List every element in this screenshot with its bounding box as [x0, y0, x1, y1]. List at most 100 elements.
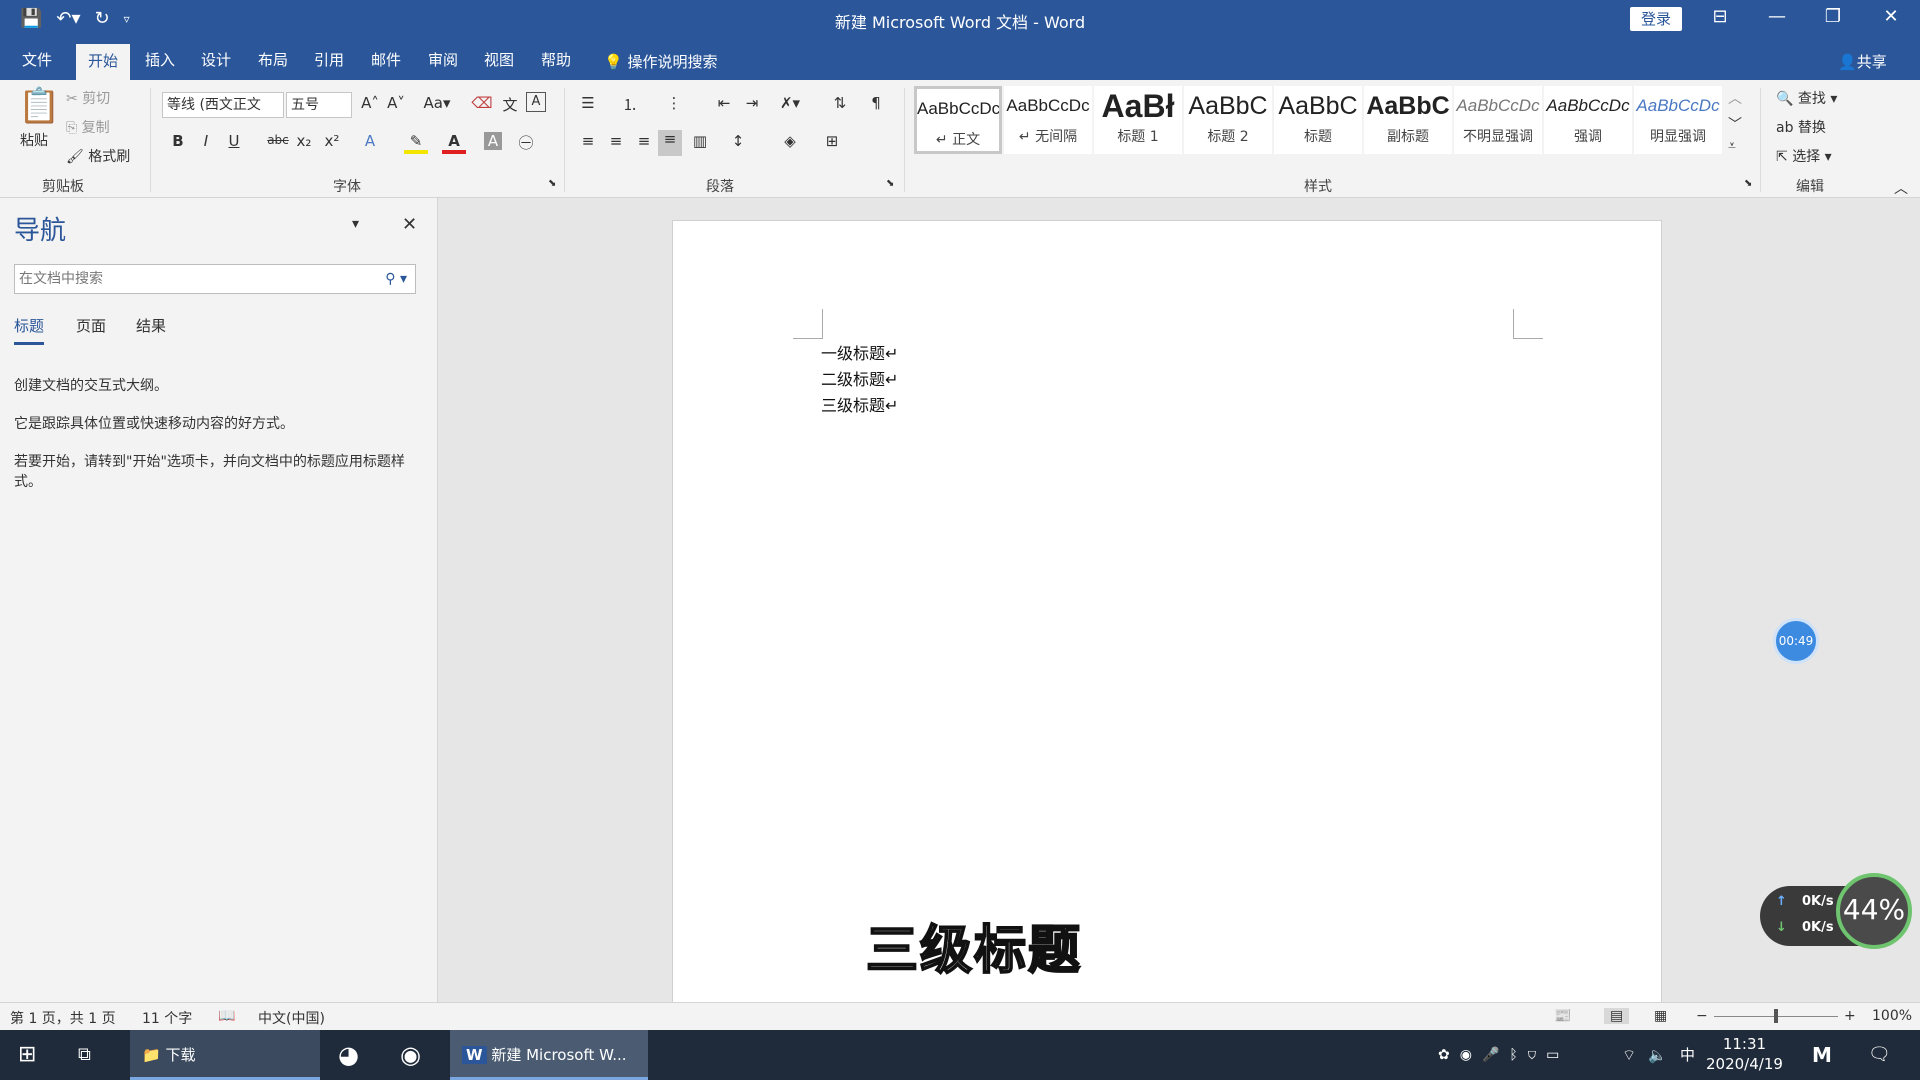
tab-mailings[interactable]: 邮件	[359, 40, 413, 80]
task-view-icon[interactable]: ⧉	[78, 1030, 91, 1080]
decrease-indent-icon[interactable]: ⇤	[712, 94, 736, 112]
close-icon[interactable]: ✕	[1871, 6, 1911, 27]
tell-me-search[interactable]: 💡 操作说明搜索	[604, 51, 717, 72]
taskbar-downloads[interactable]: 📁 下载	[130, 1030, 320, 1080]
increase-indent-icon[interactable]: ⇥	[740, 94, 764, 112]
tab-insert[interactable]: 插入	[133, 40, 187, 80]
cut-button[interactable]: ✂ 剪切	[66, 88, 110, 108]
web-layout-icon[interactable]: ▦	[1654, 1008, 1667, 1024]
document-line[interactable]: 二级标题↵	[821, 366, 898, 390]
styles-scroll-up-icon[interactable]: ︿	[1728, 88, 1742, 108]
zoom-slider-thumb[interactable]	[1774, 1009, 1778, 1023]
paste-icon[interactable]: 📋	[18, 86, 60, 126]
multilevel-list-icon[interactable]: ⋮	[662, 94, 686, 112]
zoom-out-icon[interactable]: −	[1696, 1008, 1708, 1024]
justify-icon[interactable]: ≡	[658, 130, 682, 156]
word-count[interactable]: 11 个字	[142, 1008, 192, 1028]
character-border-icon[interactable]: A	[526, 92, 546, 112]
document-line[interactable]: 一级标题↵	[821, 340, 898, 364]
italic-icon[interactable]: I	[194, 132, 218, 150]
restore-icon[interactable]: ❐	[1813, 6, 1853, 27]
find-button[interactable]: 🔍 查找 ▾	[1776, 88, 1837, 108]
minimize-icon[interactable]: —	[1757, 6, 1797, 27]
borders-icon[interactable]: ⊞	[820, 132, 844, 150]
strikethrough-icon[interactable]: abc	[266, 133, 290, 147]
windows-start-icon[interactable]: ⊞	[18, 1030, 36, 1080]
zoom-in-icon[interactable]: +	[1844, 1008, 1856, 1024]
color-app-icon[interactable]: ◕	[338, 1030, 359, 1080]
print-layout-icon[interactable]: ▤	[1604, 1008, 1630, 1024]
style-heading-2[interactable]: AaBbC 标题 2	[1184, 86, 1272, 154]
show-marks-icon[interactable]: ¶	[864, 94, 888, 112]
replace-button[interactable]: ab 替换	[1776, 117, 1826, 137]
page-count[interactable]: 第 1 页，共 1 页	[10, 1008, 116, 1028]
notification-icon[interactable]: 🗨	[1868, 1030, 1891, 1080]
tab-layout[interactable]: 布局	[246, 40, 300, 80]
character-shading-icon[interactable]: A	[484, 132, 502, 150]
nav-tab-results[interactable]: 结果	[136, 315, 166, 336]
tab-review[interactable]: 审阅	[416, 40, 470, 80]
underline-icon[interactable]: U	[222, 132, 246, 150]
highlight-icon[interactable]: ✎	[404, 132, 428, 154]
nav-search-input[interactable]: 在文档中搜索 ⚲ ▾	[14, 264, 416, 294]
style-normal[interactable]: AaBbCcDc ↵ 正文	[914, 86, 1002, 154]
style-intense-emphasis[interactable]: AaBbCcDc 明显强调	[1634, 86, 1722, 154]
recording-timer[interactable]: 00:49	[1773, 618, 1819, 664]
clock[interactable]: 11:31 2020/4/19	[1706, 1034, 1783, 1074]
bold-icon[interactable]: B	[166, 132, 190, 150]
change-case-icon[interactable]: Aa▾	[420, 94, 454, 112]
cpu-usage-gauge[interactable]: 44%	[1836, 873, 1912, 949]
zoom-level[interactable]: 100%	[1872, 1008, 1912, 1024]
tab-references[interactable]: 引用	[302, 40, 356, 80]
grow-font-icon[interactable]: A˄	[358, 94, 382, 112]
styles-more-icon[interactable]: ⩡	[1728, 138, 1736, 154]
select-button[interactable]: ⇱ 选择 ▾	[1776, 146, 1832, 166]
style-no-spacing[interactable]: AaBbCcDc ↵ 无间隔	[1004, 86, 1092, 154]
search-icon[interactable]: ⚲ ▾	[385, 265, 407, 293]
volume-icon[interactable]: 🔈	[1648, 1030, 1667, 1080]
style-emphasis[interactable]: AaBbCcDc 强调	[1544, 86, 1632, 154]
login-button[interactable]: 登录	[1630, 7, 1682, 31]
format-painter-button[interactable]: 🖌 格式刷	[66, 146, 130, 166]
chinese-layout-icon[interactable]: ✗▾	[778, 94, 802, 112]
collapse-ribbon-icon[interactable]: ︿	[1894, 178, 1908, 198]
enclose-characters-icon[interactable]: ㊀	[514, 132, 538, 153]
superscript-icon[interactable]: x²	[320, 132, 344, 150]
distributed-icon[interactable]: ▥	[688, 132, 712, 150]
subscript-icon[interactable]: x₂	[292, 132, 316, 150]
share-button[interactable]: 👤共享	[1838, 51, 1887, 72]
app-logo-icon[interactable]: M	[1812, 1030, 1832, 1080]
font-color-icon[interactable]: A	[442, 132, 466, 154]
style-subtle-emphasis[interactable]: AaBbCcDc 不明显强调	[1454, 86, 1542, 154]
styles-dialog-launcher-icon[interactable]: ⬊	[1744, 178, 1752, 189]
font-dialog-launcher-icon[interactable]: ⬊	[548, 178, 556, 189]
wifi-icon[interactable]: ⌔	[1622, 1030, 1636, 1080]
align-left-icon[interactable]: ≡	[576, 132, 600, 150]
shrink-font-icon[interactable]: A˅	[384, 94, 408, 112]
tab-help[interactable]: 帮助	[529, 40, 583, 80]
tab-file[interactable]: 文件	[10, 40, 64, 80]
nav-tab-headings[interactable]: 标题	[14, 315, 45, 345]
nav-tab-pages[interactable]: 页面	[76, 315, 106, 336]
line-spacing-icon[interactable]: ↕	[726, 132, 750, 150]
style-subtitle[interactable]: AaBbC 副标题	[1364, 86, 1452, 154]
chrome-icon[interactable]: ◉	[400, 1030, 421, 1080]
tab-home[interactable]: 开始	[76, 44, 131, 80]
align-center-icon[interactable]: ≡	[604, 132, 628, 150]
font-name-combo[interactable]: 等线 (西文正文	[162, 92, 284, 118]
style-title[interactable]: AaBbC 标题	[1274, 86, 1362, 154]
text-effects-icon[interactable]: A	[358, 132, 382, 150]
system-tray-icons[interactable]: ✿◉🎤ᛒ⛉▭	[1438, 1030, 1569, 1080]
read-mode-icon[interactable]: 📰	[1554, 1008, 1571, 1024]
shading-icon[interactable]: ◈	[778, 132, 802, 150]
font-size-combo[interactable]: 五号	[286, 92, 352, 118]
proofing-icon[interactable]: 📖	[218, 1008, 235, 1024]
bullets-icon[interactable]: ☰	[576, 94, 600, 112]
nav-close-icon[interactable]: ✕	[402, 214, 417, 235]
phonetic-guide-icon[interactable]: 文	[498, 94, 522, 115]
clear-format-icon[interactable]: ⌫	[470, 94, 494, 112]
ribbon-display-icon[interactable]: ⊟	[1700, 6, 1740, 27]
style-heading-1[interactable]: AaBł 标题 1	[1094, 86, 1182, 154]
document-line[interactable]: 三级标题↵	[821, 392, 898, 416]
paragraph-dialog-launcher-icon[interactable]: ⬊	[886, 178, 894, 189]
